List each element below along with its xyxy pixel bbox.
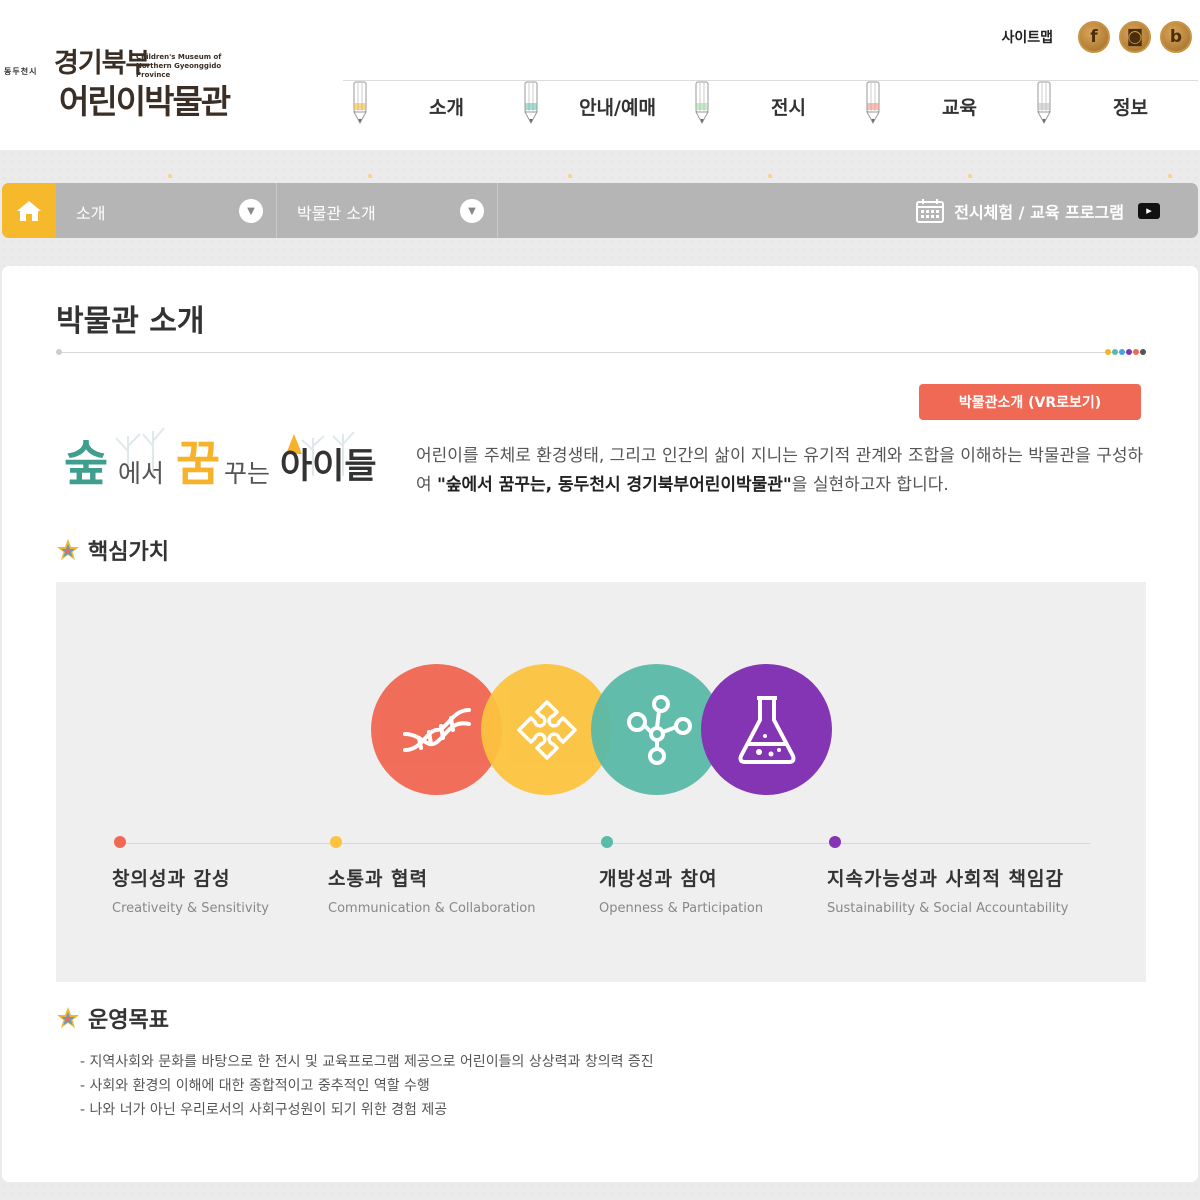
core-values-heading: 핵심가치 <box>56 534 169 566</box>
core-values-title: 핵심가치 <box>88 540 169 565</box>
slogan-forest: 숲 <box>64 436 109 492</box>
nav-label: 전시 <box>771 97 806 119</box>
molecule-icon <box>626 694 692 765</box>
value-subtitle: Sustainability & Social Accountability <box>827 901 1069 916</box>
breadcrumb-level2-select[interactable]: 박물관 소개 ▼ <box>277 183 498 238</box>
intro-after: 을 실현하고자 합니다. <box>791 475 949 495</box>
title-divider <box>56 349 1146 355</box>
goals-list: 지역사회와 문화를 바탕으로 한 전시 및 교육프로그램 제공으로 어린이들의 … <box>80 1050 654 1122</box>
instagram-icon[interactable]: ◙ <box>1119 21 1151 53</box>
slogan-in: 에서 <box>118 459 165 488</box>
nav-item-intro[interactable]: 소개 <box>343 80 514 140</box>
flask-circle <box>701 664 832 795</box>
value-dot <box>829 836 841 848</box>
nav-item-guide[interactable]: 안내/예매 <box>514 80 685 140</box>
core-values-panel: 창의성과 감성 Creativeity & Sensitivity 소통과 협력… <box>56 582 1146 982</box>
divider-dots <box>1104 349 1146 355</box>
nav-label: 교육 <box>942 97 977 119</box>
breadcrumb-level1: 소개 <box>76 204 106 223</box>
chevron-down-icon: ▼ <box>239 199 263 223</box>
pencil-icon <box>353 81 367 125</box>
content-card: 박물관 소개 박물관소개 (VR로보기) 숲 에서 꿈 꾸는 아이들 어린이를 … <box>2 266 1198 1182</box>
slogan-children: 아이들 <box>280 447 377 487</box>
value-subtitle: Communication & Collaboration <box>328 901 536 916</box>
value-dot <box>114 836 126 848</box>
slogan-image: 숲 에서 꿈 꾸는 아이들 <box>58 416 388 506</box>
intro-text: 어린이를 주체로 환경생태, 그리고 인간의 삶이 지니는 유기적 관계와 조합… <box>416 442 1156 500</box>
value-title: 지속가능성과 사회적 책임감 <box>827 868 1064 890</box>
slogan-dreaming: 꾸는 <box>224 459 271 488</box>
value-title: 소통과 협력 <box>328 868 429 890</box>
nav-item-info[interactable]: 정보 <box>1027 80 1198 140</box>
nav-item-exhibition[interactable]: 전시 <box>685 80 856 140</box>
home-icon <box>17 200 41 221</box>
nav-label: 정보 <box>1113 97 1148 119</box>
museum-logo[interactable]: 동두천시 경기북부 어린이박물관 Children's Museum of No… <box>4 44 234 134</box>
decorative-dots <box>168 174 1172 178</box>
calendar-icon <box>916 198 945 223</box>
value-item-creativity: 창의성과 감성 Creativeity & Sensitivity <box>112 836 269 916</box>
nav-label: 소개 <box>429 97 464 119</box>
main-navigation: 소개 안내/예매 전시 교육 정보 <box>343 80 1200 140</box>
value-subtitle: Creativeity & Sensitivity <box>112 901 269 916</box>
blog-icon[interactable]: b <box>1160 21 1192 53</box>
arrow-right-icon: ▸ <box>1138 202 1160 219</box>
breadcrumb-bar: 소개 ▼ 박물관 소개 ▼ 전시체험 / 교육 프로그램 ▸ <box>2 183 1198 238</box>
list-item: 지역사회와 문화를 바탕으로 한 전시 및 교육프로그램 제공으로 어린이들의 … <box>80 1050 654 1074</box>
nav-label: 안내/예매 <box>579 97 656 119</box>
value-item-communication: 소통과 협력 Communication & Collaboration <box>328 836 536 916</box>
goals-heading: 운영목표 <box>56 1002 169 1034</box>
goals-title: 운영목표 <box>88 1008 169 1033</box>
chevron-down-icon: ▼ <box>460 199 484 223</box>
value-subtitle: Openness & Participation <box>599 901 764 916</box>
logo-english: Children's Museum of Northern Gyeonggido… <box>136 53 222 79</box>
site-header: 동두천시 경기북부 어린이박물관 Children's Museum of No… <box>0 0 1200 150</box>
page-title: 박물관 소개 <box>56 304 205 339</box>
facebook-icon[interactable]: f <box>1078 21 1110 53</box>
flask-icon <box>738 695 795 764</box>
pencil-icon <box>866 81 880 125</box>
value-title: 개방성과 참여 <box>599 868 718 890</box>
home-button[interactable] <box>2 183 56 238</box>
logo-line2: 어린이박물관 <box>59 82 231 121</box>
utility-links: 사이트맵 f ◙ b <box>1001 20 1192 54</box>
value-circles <box>371 664 833 796</box>
pencil-icon <box>524 81 538 125</box>
pencil-icon <box>1037 81 1051 125</box>
value-item-openness: 개방성과 참여 Openness & Participation <box>599 836 763 916</box>
vr-view-button[interactable]: 박물관소개 (VR로보기) <box>919 384 1141 420</box>
dna-icon <box>402 707 471 752</box>
program-label: 전시체험 / 교육 프로그램 <box>954 202 1124 222</box>
nav-item-education[interactable]: 교육 <box>856 80 1027 140</box>
puzzle-icon <box>516 699 577 760</box>
logo-city: 동두천시 <box>4 67 38 76</box>
pencil-icon <box>695 81 709 125</box>
sitemap-link[interactable]: 사이트맵 <box>1001 27 1053 47</box>
intro-highlight: "숲에서 꿈꾸는, 동두천시 경기북부어린이박물관" <box>437 475 792 495</box>
value-dot <box>601 836 613 848</box>
slogan-dream: 꿈 <box>176 436 221 492</box>
list-item: 사회와 환경의 이해에 대한 종합적이고 중추적인 역할 수행 <box>80 1074 654 1098</box>
star-icon <box>57 1007 79 1028</box>
program-link[interactable]: 전시체험 / 교육 프로그램 ▸ <box>916 183 1160 238</box>
breadcrumb-level2: 박물관 소개 <box>297 204 376 223</box>
value-title: 창의성과 감성 <box>112 868 231 890</box>
list-item: 나와 너가 아닌 우리로서의 사회구성원이 되기 위한 경험 제공 <box>80 1098 654 1122</box>
value-dot <box>330 836 342 848</box>
value-item-sustainability: 지속가능성과 사회적 책임감 Sustainability & Social A… <box>827 836 1068 916</box>
star-icon <box>57 539 79 560</box>
breadcrumb-level1-select[interactable]: 소개 ▼ <box>56 183 277 238</box>
